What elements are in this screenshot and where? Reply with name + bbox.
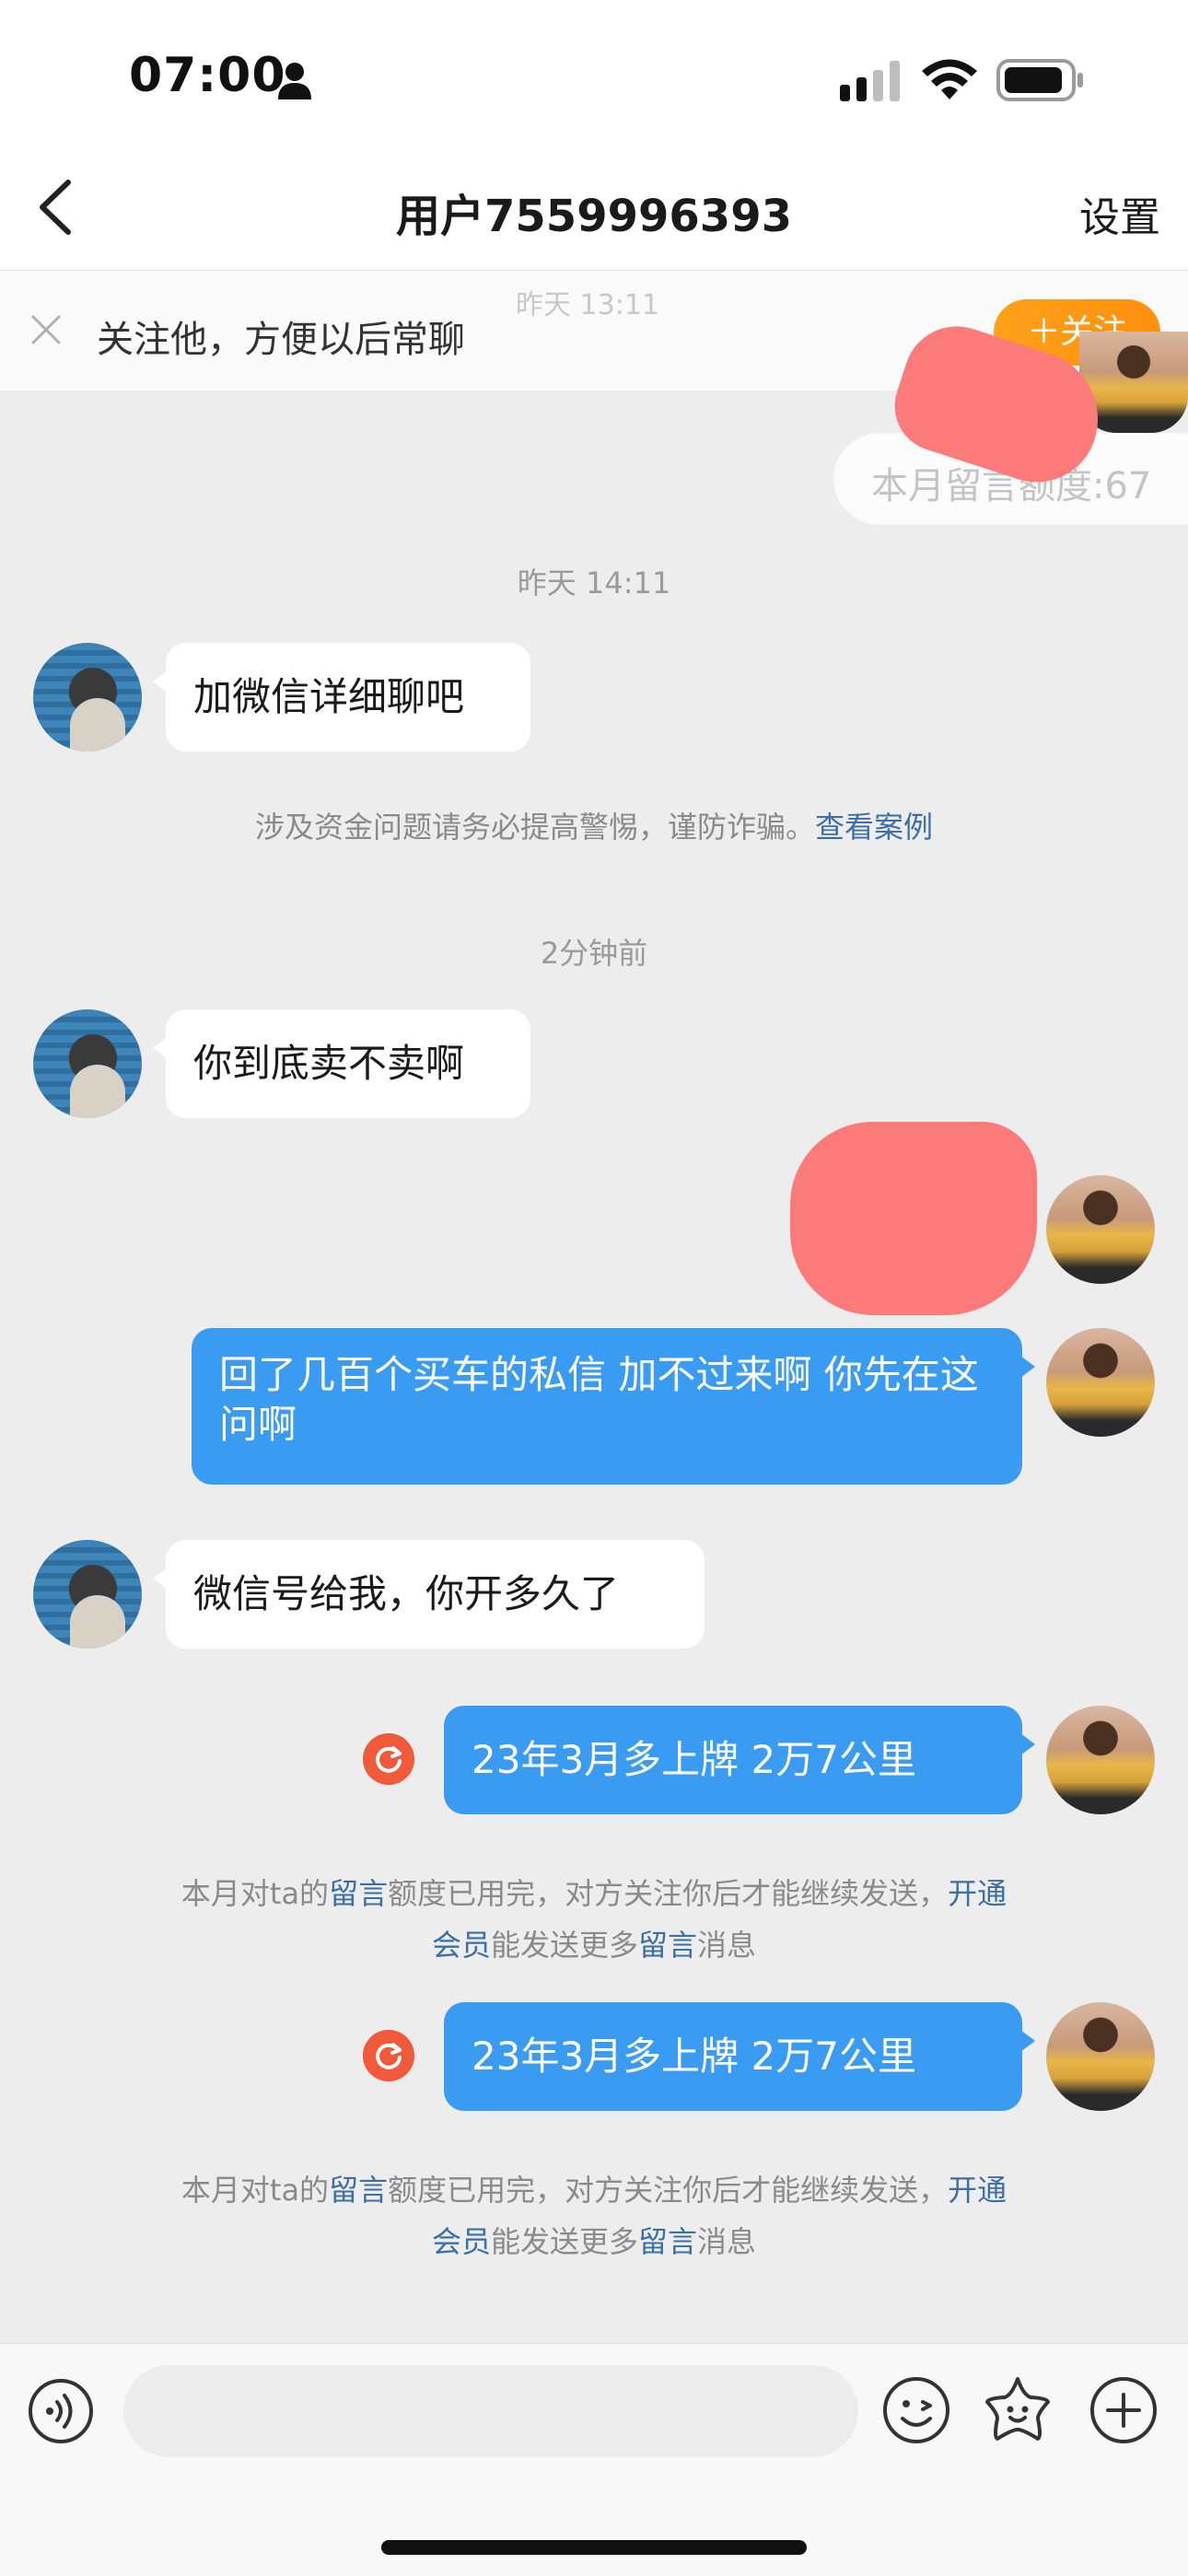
membership-link[interactable]: 会员 (432, 1928, 491, 1963)
quota-exhausted-notice: 本月对ta的留言额度已用完，对方关注你后才能继续发送，开通 会员能发送更多留言消… (0, 1868, 1188, 1971)
message-text: 你到底卖不卖啊 (193, 1041, 465, 1086)
open-link[interactable]: 开通 (948, 2173, 1007, 2208)
notice-text: 额度已用完，对方关注你后才能继续发送， (388, 2173, 949, 2208)
sent-message: 23年3月多上牌 2万7公里 (444, 2002, 1035, 2111)
received-message: 你到底卖不卖啊 (153, 1009, 530, 1118)
message-link[interactable]: 留言 (638, 1928, 697, 1963)
notice-text: 能发送更多 (490, 2224, 638, 2259)
received-message: 加微信详细聊吧 (153, 643, 530, 752)
settings-button[interactable]: 设置 (1079, 184, 1160, 243)
message-text: 回了几百个买车的私信 加不过来啊 你先在这问啊 (219, 1352, 979, 1447)
received-message: 微信号给我，你开多久了 (153, 1540, 705, 1649)
plus-icon[interactable] (1089, 2376, 1158, 2444)
user-avatar[interactable] (1046, 2002, 1155, 2111)
fraud-warning: 涉及资金问题请务必提高警惕，谨防诈骗。查看案例 (0, 801, 1188, 853)
wifi-icon (922, 59, 977, 99)
message-link[interactable]: 留言 (329, 2173, 388, 2208)
open-link[interactable]: 开通 (948, 1876, 1007, 1911)
signal-icon (840, 61, 900, 101)
message-link[interactable]: 留言 (638, 2224, 697, 2259)
faded-timestamp: 昨天 13:11 (516, 289, 659, 321)
sent-message: 23年3月多上牌 2万7公里 (444, 1706, 1035, 1814)
notice-text: 消息 (697, 1928, 757, 1963)
quota-exhausted-notice: 本月对ta的留言额度已用完，对方关注你后才能继续发送，开通 会员能发送更多留言消… (0, 2164, 1188, 2267)
message-text: 微信号给我，你开多久了 (193, 1571, 620, 1616)
notice-text: 消息 (697, 2224, 757, 2259)
home-indicator (381, 2540, 807, 2555)
message-text: 23年3月多上牌 2万7公里 (472, 1737, 916, 1782)
timestamp: 2分钟前 (540, 936, 648, 971)
resend-icon[interactable] (363, 2030, 414, 2081)
follow-banner-text: 关注他，方便以后常聊 (97, 319, 465, 361)
message-link[interactable]: 留言 (329, 1876, 388, 1911)
message-text: 加微信详细聊吧 (193, 674, 465, 719)
membership-link[interactable]: 会员 (432, 2224, 491, 2259)
sent-message: 回了几百个买车的私信 加不过来啊 你先在这问啊 (192, 1328, 1035, 1485)
notice-text: 本月对ta的 (181, 2173, 330, 2208)
notice-text: 本月对ta的 (181, 1876, 330, 1911)
contact-avatar[interactable] (33, 643, 142, 752)
person-icon (278, 63, 311, 99)
resend-icon[interactable] (363, 1733, 414, 1785)
contact-avatar[interactable] (33, 1009, 142, 1118)
page-title: 用户7559996393 (396, 191, 792, 242)
warning-text: 涉及资金问题请务必提高警惕，谨防诈骗。 (254, 810, 815, 845)
voice-icon[interactable] (28, 2378, 94, 2444)
user-avatar[interactable] (1046, 1175, 1155, 1284)
user-avatar[interactable] (1046, 1706, 1155, 1814)
timestamp: 昨天 14:11 (517, 565, 671, 600)
view-case-link[interactable]: 查看案例 (815, 810, 933, 845)
emoji-icon[interactable] (882, 2376, 950, 2444)
status-time: 07:00 (129, 48, 286, 103)
sticker-star-icon[interactable] (983, 2374, 1053, 2444)
message-input[interactable] (123, 2365, 858, 2457)
user-avatar[interactable] (1046, 1328, 1155, 1437)
contact-avatar[interactable] (33, 1540, 142, 1649)
redaction-mark (790, 1122, 1037, 1315)
battery-icon (996, 59, 1083, 101)
notice-text: 能发送更多 (490, 1928, 638, 1963)
notice-text: 额度已用完，对方关注你后才能继续发送， (388, 1876, 949, 1911)
message-text: 23年3月多上牌 2万7公里 (472, 2034, 916, 2079)
close-icon[interactable] (28, 311, 64, 348)
